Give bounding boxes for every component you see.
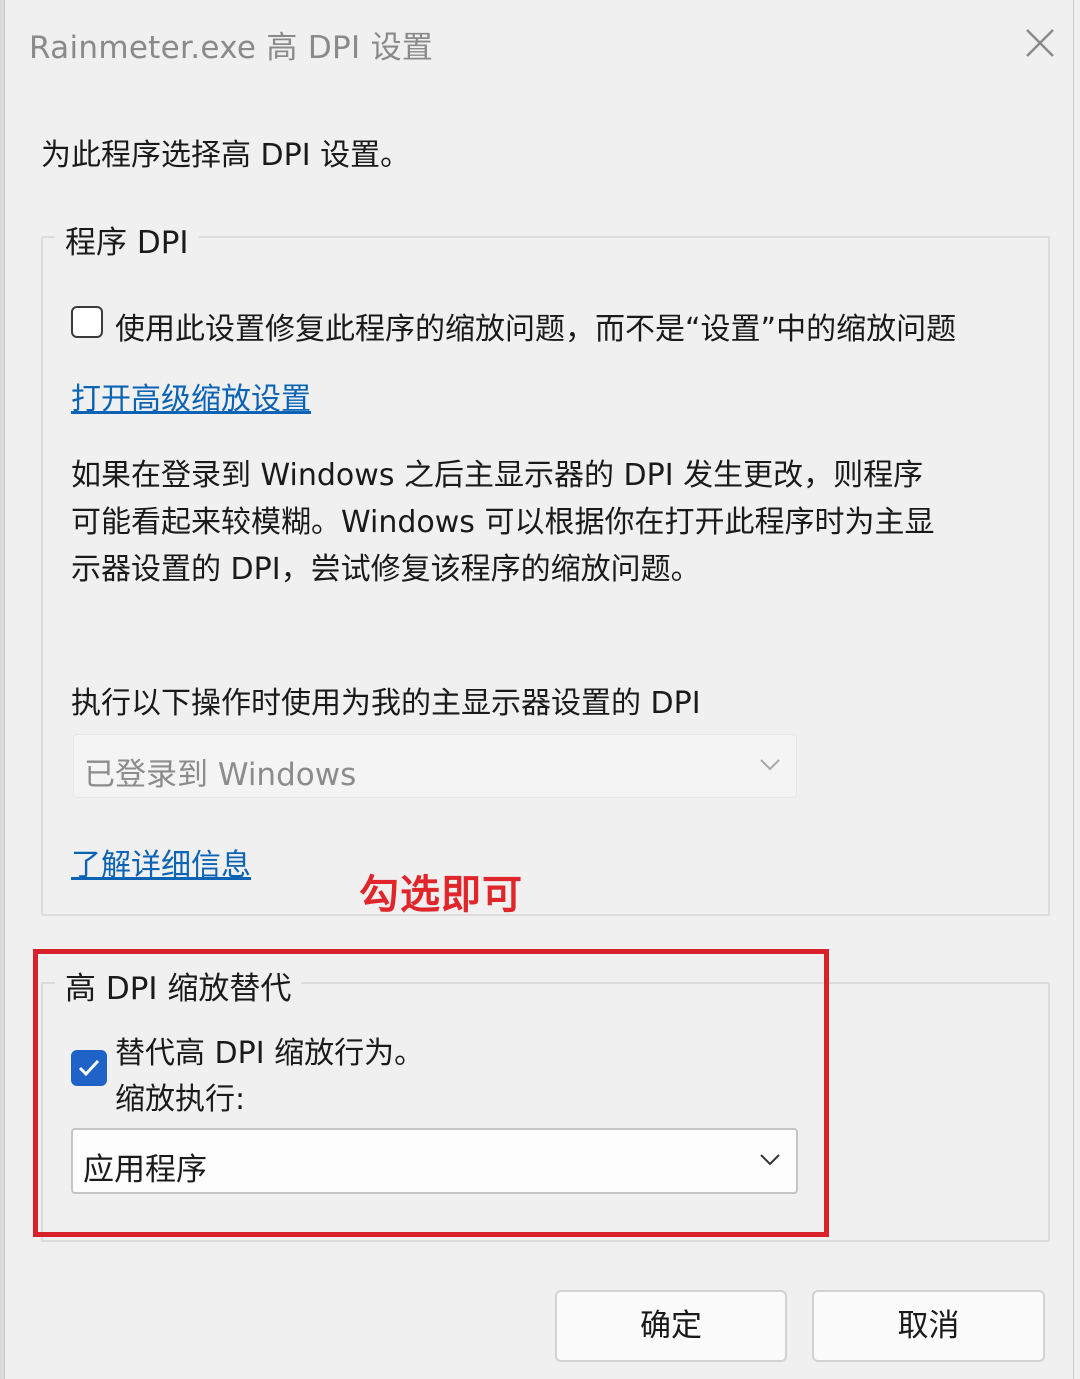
dpi-timing-value: 已登录到 Windows xyxy=(84,757,357,793)
close-button[interactable] xyxy=(1019,22,1061,64)
cancel-button[interactable]: 取消 xyxy=(812,1290,1045,1362)
fix-scaling-label[interactable]: 使用此设置修复此程序的缩放问题，而不是“设置”中的缩放问题 xyxy=(115,304,956,348)
dpi-dropdown-label: 执行以下操作时使用为我的主显示器设置的 DPI xyxy=(71,686,701,721)
fix-scaling-checkbox[interactable] xyxy=(71,306,103,338)
dpi-description-line: 如果在登录到 Windows 之后主显示器的 DPI 发生更改，则程序 xyxy=(71,458,924,493)
window-title: Rainmeter.exe 高 DPI 设置 xyxy=(29,30,434,66)
dialog-prompt: 为此程序选择高 DPI 设置。 xyxy=(41,138,411,173)
close-icon xyxy=(1026,29,1054,57)
advanced-scaling-settings-link[interactable]: 打开高级缩放设置 xyxy=(71,374,311,418)
dpi-description-line: 示器设置的 DPI，尝试修复该程序的缩放问题。 xyxy=(71,552,701,587)
highlight-box xyxy=(33,949,829,1237)
ok-button[interactable]: 确定 xyxy=(555,1290,787,1362)
dpi-description-line: 可能看起来较模糊。Windows 可以根据你在打开此程序时为主显 xyxy=(71,505,935,540)
high-dpi-settings-dialog: Rainmeter.exe 高 DPI 设置 为此程序选择高 DPI 设置。 程… xyxy=(4,0,1074,1379)
learn-more-link[interactable]: 了解详细信息 xyxy=(71,840,251,884)
dpi-timing-dropdown[interactable]: 已登录到 Windows xyxy=(73,734,797,798)
dpi-description: 如果在登录到 Windows 之后主显示器的 DPI 发生更改，则程序 可能看起… xyxy=(71,452,1031,593)
annotation-text: 勾选即可 xyxy=(359,872,523,918)
program-dpi-legend: 程序 DPI xyxy=(55,217,199,262)
chevron-down-icon xyxy=(760,759,780,771)
